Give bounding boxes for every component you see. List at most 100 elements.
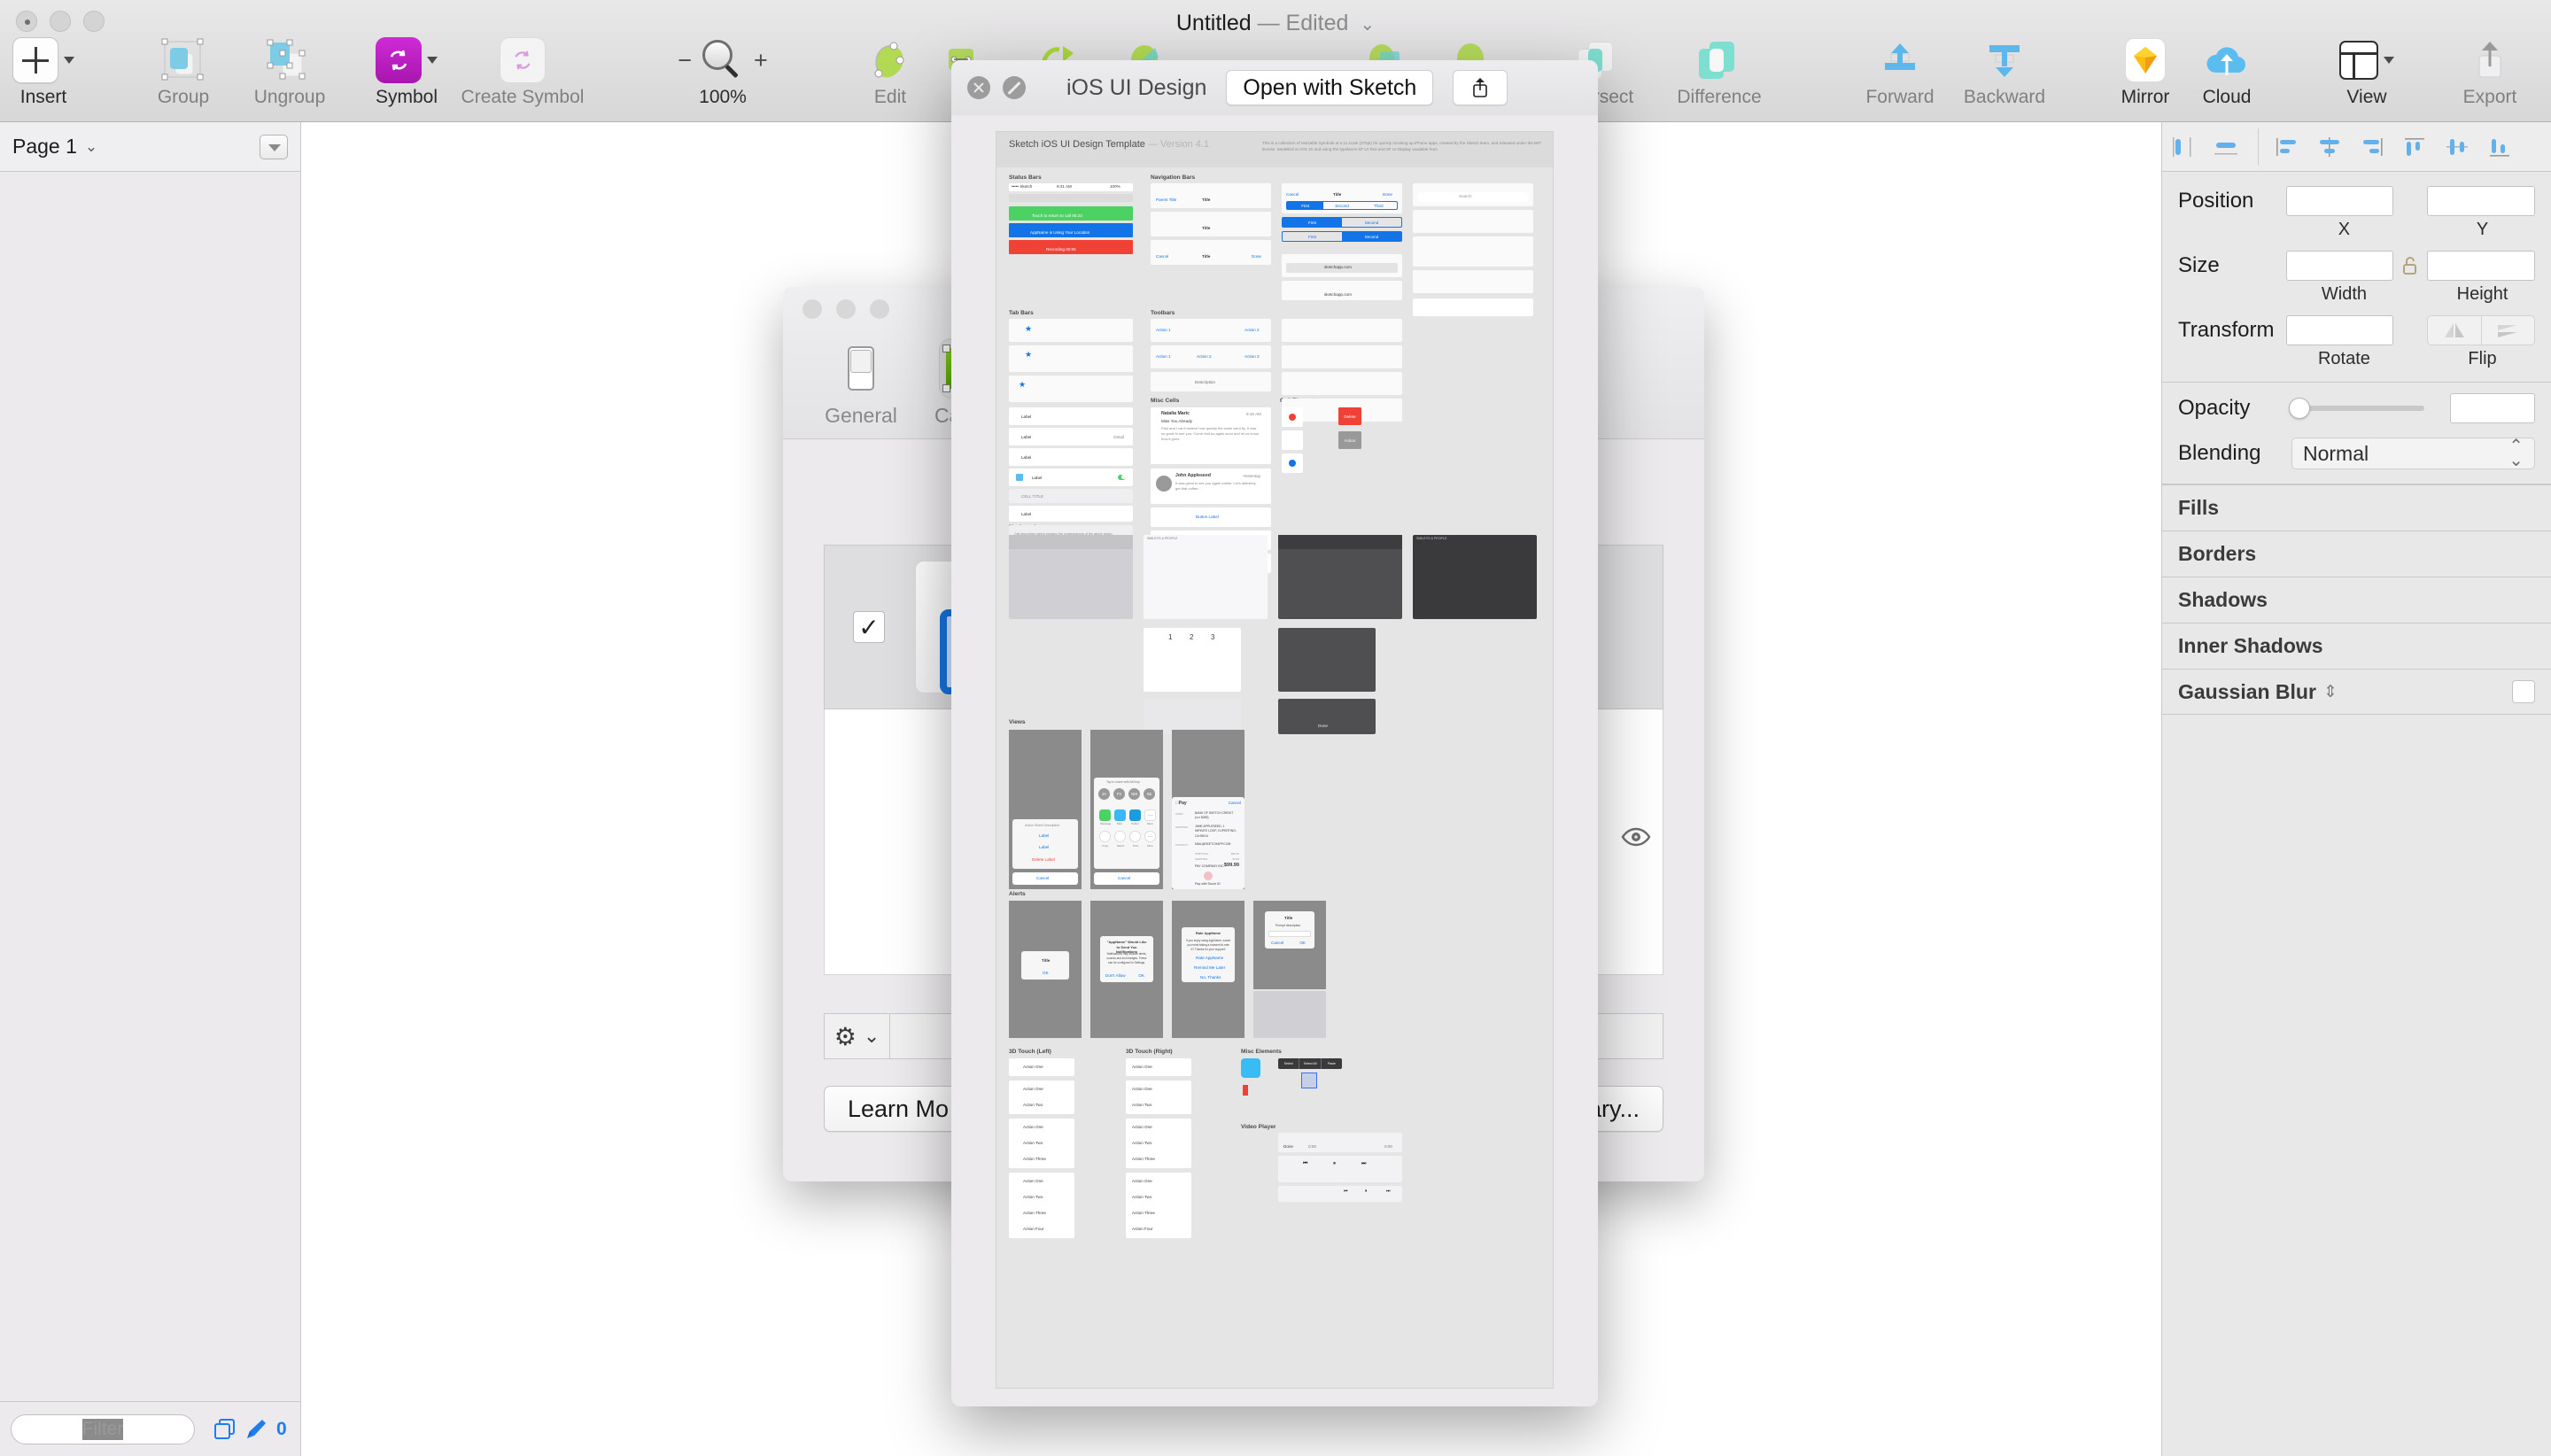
pen-icon[interactable] <box>244 1418 268 1441</box>
numpad-key[interactable]: 1 <box>1168 633 1172 641</box>
layer-list[interactable] <box>0 172 300 1401</box>
video-player-bar[interactable] <box>1278 1133 1402 1152</box>
section-inner-shadows[interactable]: Inner Shadows <box>2162 623 2551 669</box>
toolbar-item-symbol[interactable]: Symbol <box>363 37 450 108</box>
height-input[interactable] <box>2427 251 2535 281</box>
section-shadows[interactable]: Shadows <box>2162 577 2551 623</box>
keyboard-emoji-light[interactable]: SMILEYS & PEOPLE <box>1144 535 1268 619</box>
pause-icon[interactable]: ⏸ <box>1365 1189 1368 1194</box>
toolbar-action[interactable]: Action 2 <box>1197 354 1212 359</box>
section-gaussian-blur[interactable]: Gaussian Blur ⇕ <box>2162 669 2551 715</box>
menu-item[interactable]: Select All <box>1299 1058 1322 1069</box>
toolbar-item-cloud[interactable]: Cloud <box>2184 37 2269 108</box>
action-sheet-item[interactable]: Label <box>1039 833 1049 838</box>
alert-text-field[interactable] <box>1268 931 1311 937</box>
alert-1[interactable]: Title OK <box>1021 951 1069 980</box>
width-input[interactable] <box>2285 251 2394 281</box>
segmented-control-3[interactable]: First Second <box>1282 231 1402 242</box>
keyboard-emoji-dark[interactable]: SMILEYS & PEOPLE <box>1413 535 1537 619</box>
alert-button[interactable]: OK <box>1299 941 1306 945</box>
numpad-key[interactable]: 2 <box>1190 633 1193 641</box>
action-icon-select[interactable] <box>1114 831 1126 842</box>
app-icon-message[interactable] <box>1099 809 1111 821</box>
numpad-dark[interactable] <box>1278 628 1376 692</box>
tab-general[interactable]: General <box>820 338 902 428</box>
page-selector-row[interactable]: Page 1 ⌄ <box>0 122 300 172</box>
toolbar-action[interactable]: Action 3 <box>1244 354 1260 359</box>
segment[interactable]: Second <box>1342 218 1401 227</box>
voice-input-dark[interactable] <box>1278 699 1376 734</box>
eye-icon[interactable] <box>1621 827 1651 847</box>
airdrop-avatar[interactable]: JA <box>1098 788 1110 800</box>
action-icon-print[interactable] <box>1129 831 1141 842</box>
keyboard-mini[interactable] <box>1253 991 1326 1038</box>
alert-button[interactable]: Cancel <box>1271 941 1283 945</box>
blur-enable-checkbox[interactable] <box>2512 680 2535 703</box>
voice-input-light[interactable] <box>1144 699 1241 734</box>
toolbar-item-difference[interactable]: Difference <box>1653 37 1786 108</box>
toolbar-item-insert[interactable]: Insert <box>0 37 87 108</box>
toolbar-action[interactable]: Action 1 <box>1156 328 1171 332</box>
toolbar-item-mirror[interactable]: Mirror <box>2103 37 2188 108</box>
airdrop-avatar[interactable]: NM <box>1128 788 1140 800</box>
chevron-down-icon[interactable]: ⌄ <box>1360 15 1375 35</box>
toolbar-action[interactable]: Action 1 <box>1156 354 1171 359</box>
align-left-edges-icon[interactable] <box>2266 128 2308 166</box>
table-cell[interactable]: Label Detail <box>1009 428 1133 445</box>
alert-4[interactable]: Title Prompt description Cancel OK <box>1265 911 1314 949</box>
share-sheet[interactable]: Tap to share with AirDrop JA PJ NM SE ··… <box>1094 778 1159 869</box>
rotate-input[interactable] <box>2285 315 2394 345</box>
toolbar-item-export[interactable]: Export <box>2441 37 2539 108</box>
video-controls[interactable]: ⏮ ⏸ ⏭ <box>1278 1156 1402 1182</box>
toolbar-item-forward[interactable]: Forward <box>1851 37 1949 108</box>
position-x-input[interactable] <box>2285 186 2394 216</box>
lock-proportions-icon[interactable] <box>2393 256 2427 275</box>
align-center-horizontal-icon[interactable] <box>2205 128 2247 166</box>
fast-forward-icon[interactable]: ⏭ <box>1361 1161 1366 1167</box>
prefs-zoom-button[interactable] <box>870 299 889 319</box>
close-icon[interactable] <box>967 76 990 99</box>
action-icon-copy[interactable] <box>1099 831 1111 842</box>
alert-button[interactable]: OK <box>1043 971 1049 975</box>
rewind-icon[interactable]: ⏮ <box>1303 1161 1307 1167</box>
toolbar-item-group[interactable]: Group <box>135 37 232 108</box>
library-settings-button[interactable]: ⚙ ⌄ <box>825 1014 890 1058</box>
segment[interactable]: First <box>1283 232 1342 241</box>
toolbar-action[interactable]: Action 2 <box>1244 328 1260 332</box>
quicklook-document-preview[interactable]: Sketch iOS UI Design Template — Version … <box>996 131 1554 1389</box>
segmented-control-2[interactable]: First Second <box>1282 217 1402 228</box>
toolbar-item-zoom[interactable]: − + 100% <box>670 37 776 108</box>
toolbar-item-view[interactable]: View <box>2321 37 2413 108</box>
toolbar-item-backward[interactable]: Backward <box>1949 37 2060 108</box>
menu-item[interactable]: Select <box>1278 1058 1300 1069</box>
blending-select[interactable]: Normal ⌃ ⌄ <box>2291 438 2535 469</box>
video-done-label[interactable]: Done <box>1283 1144 1293 1149</box>
app-icon-twitter[interactable] <box>1129 809 1141 821</box>
learn-more-button[interactable]: Learn Mo <box>824 1086 973 1132</box>
align-center-vertical-icon[interactable] <box>2308 128 2351 166</box>
segment[interactable]: First <box>1287 202 1324 209</box>
app-icon-mail[interactable] <box>1114 809 1126 821</box>
zoom-out-button[interactable]: − <box>678 48 692 73</box>
keyboard-light[interactable] <box>1009 535 1133 619</box>
duplicate-icon[interactable] <box>214 1418 236 1440</box>
flip-horizontal-icon[interactable] <box>2428 316 2480 345</box>
prefs-minimize-button[interactable] <box>836 299 856 319</box>
alert-button[interactable]: OK <box>1138 973 1144 978</box>
pause-icon[interactable]: ⏸ <box>1333 1161 1336 1167</box>
segment[interactable]: Third <box>1361 202 1397 209</box>
table-cell[interactable]: Label <box>1009 448 1133 466</box>
flip-vertical-icon[interactable] <box>2480 316 2534 345</box>
action-sheet-item[interactable]: Label <box>1039 845 1049 849</box>
action-sheet-delete[interactable]: Delete Label <box>1032 857 1055 862</box>
menu-item[interactable]: Paste <box>1322 1058 1342 1069</box>
toolbar-item-create-symbol[interactable]: Create Symbol <box>443 37 602 108</box>
numpad-key[interactable]: 3 <box>1211 633 1214 641</box>
align-left-icon[interactable] <box>2162 128 2205 166</box>
alert-button[interactable]: Don't Allow <box>1105 973 1126 978</box>
voice-done-label[interactable]: Done <box>1318 724 1328 728</box>
rewind-icon[interactable]: ⏮ <box>1344 1189 1348 1194</box>
position-y-input[interactable] <box>2427 186 2535 216</box>
alert-button[interactable]: Rate AppName <box>1196 956 1223 960</box>
toolbar-item-edit[interactable]: Edit <box>850 37 930 108</box>
